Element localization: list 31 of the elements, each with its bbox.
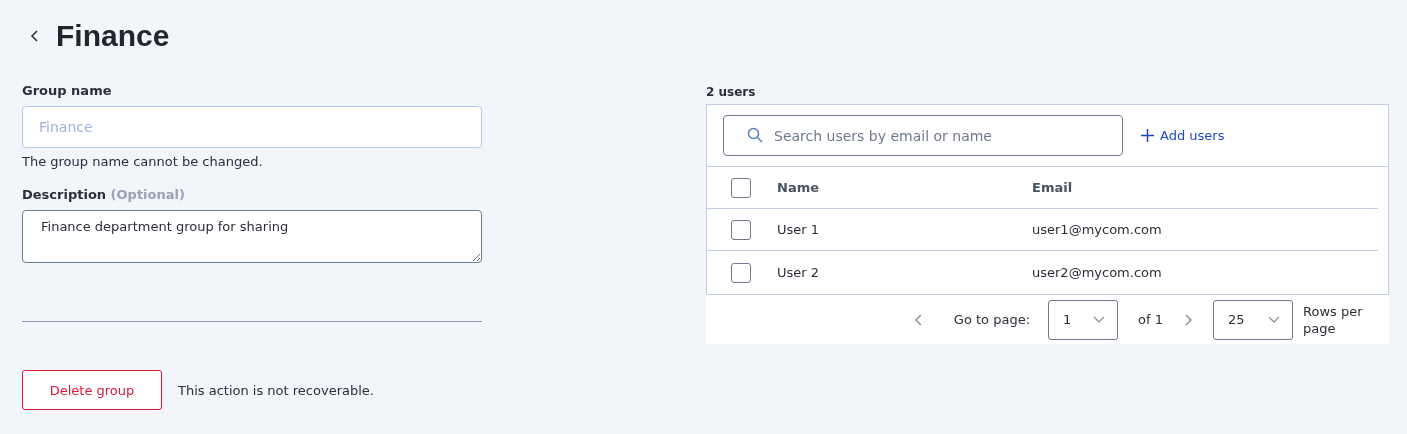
search-icon xyxy=(747,127,763,143)
column-header: Name xyxy=(777,180,820,195)
column-header: Email xyxy=(1032,180,1073,195)
rows-per-page-label: Rows per page xyxy=(1303,302,1364,337)
previous-page-icon[interactable] xyxy=(913,312,924,327)
table-cell: user1@mycom.com xyxy=(1032,222,1162,237)
chevron-down-icon xyxy=(1093,315,1106,324)
checkbox[interactable] xyxy=(731,262,751,283)
rows-per-page-select[interactable]: 25 xyxy=(1213,299,1293,340)
next-page-icon[interactable] xyxy=(1183,312,1193,327)
user-count: 2 users xyxy=(706,85,757,101)
page-select[interactable]: 1 xyxy=(1048,299,1119,340)
checkbox[interactable] xyxy=(731,219,751,240)
chevron-down-icon xyxy=(1268,315,1280,324)
field-label: Description (Optional) xyxy=(22,187,186,203)
table-cell-text: User 1 xyxy=(777,222,821,237)
add-users-button[interactable]: Add users xyxy=(1141,128,1225,143)
page-title: Finance xyxy=(56,19,170,53)
table-cell: user2@mycom.com xyxy=(1032,265,1162,280)
checkbox[interactable] xyxy=(731,177,751,198)
help-text: The group name cannot be changed. xyxy=(22,154,264,169)
back-icon[interactable] xyxy=(30,29,40,43)
description-field[interactable]: Finance department group for sharing xyxy=(22,210,482,263)
plus-icon xyxy=(1141,129,1154,142)
go-to-page-label: Go to page: xyxy=(953,312,1031,327)
field-label: Group name xyxy=(22,83,113,99)
table-cell-text: User 2 xyxy=(777,265,821,280)
warning-text: This action is not recoverable. xyxy=(178,382,374,398)
page-total: of 1 xyxy=(1138,312,1163,327)
delete-group-button[interactable]: Delete group xyxy=(22,370,162,410)
search-field[interactable]: Search users by email or name xyxy=(723,115,1123,156)
